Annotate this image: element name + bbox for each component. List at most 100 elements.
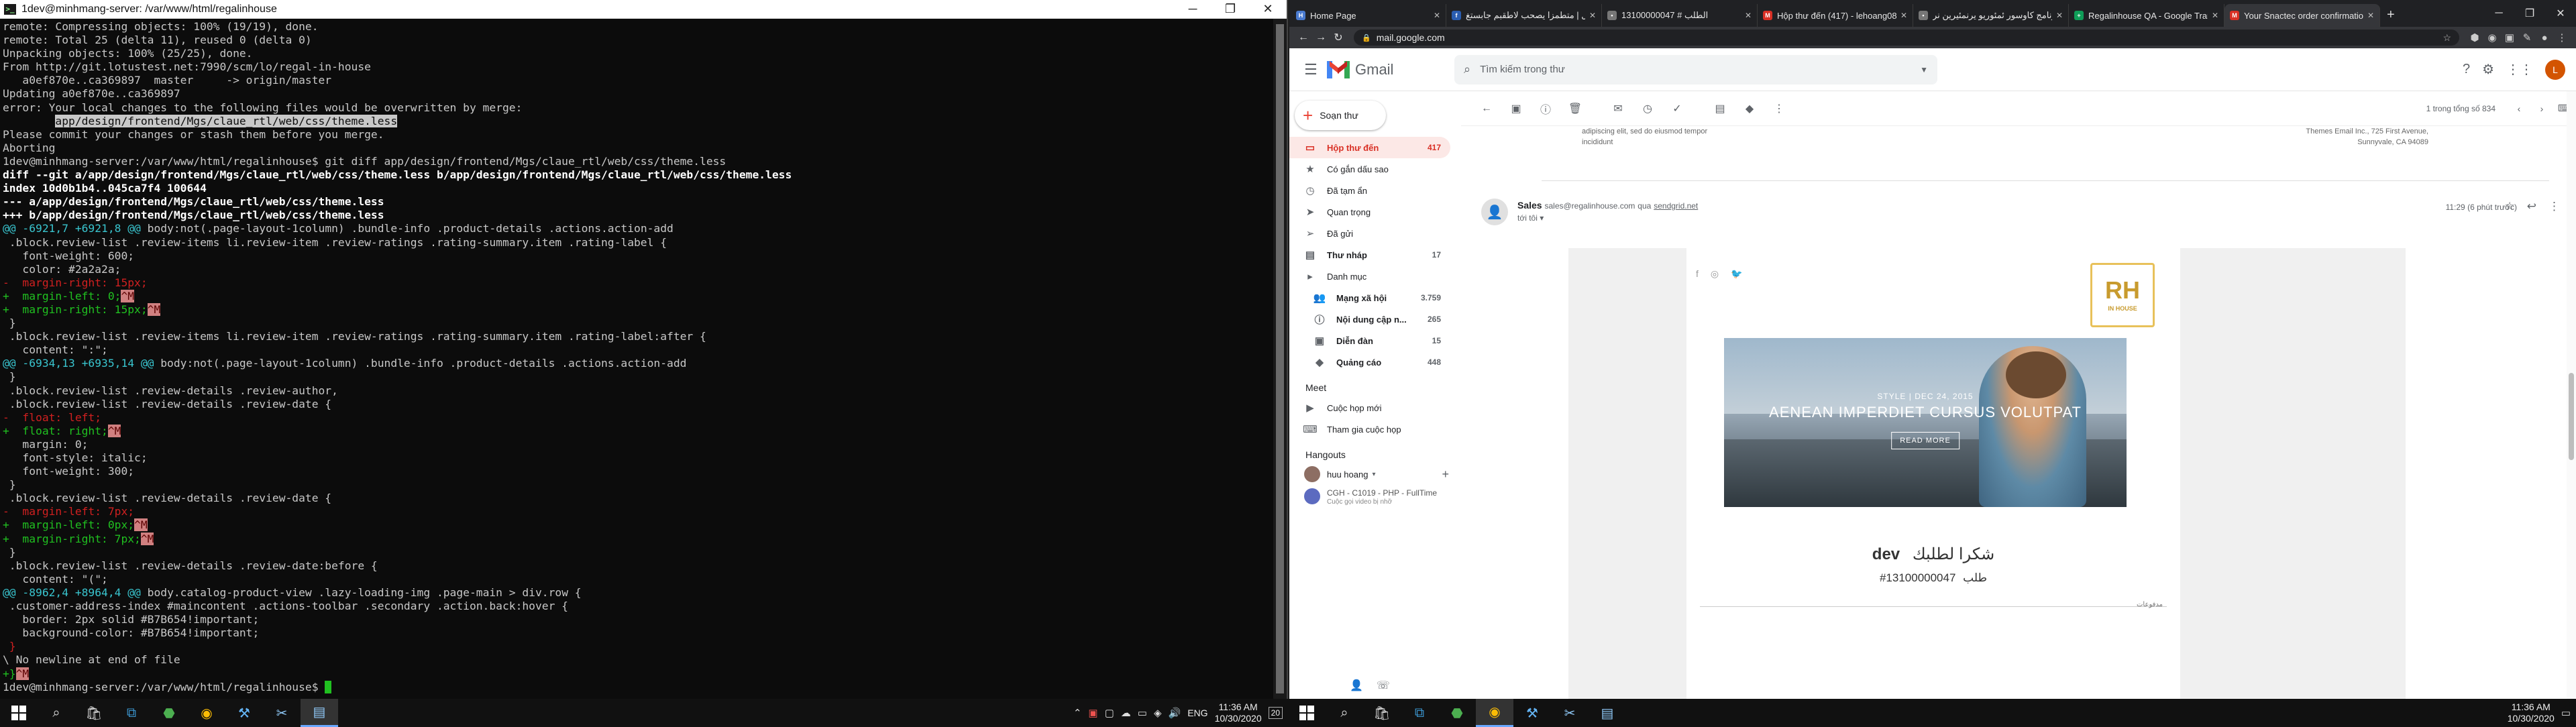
hero-banner[interactable]: STYLE | DEC 24, 2015 AENEAN IMPERDIET CU… xyxy=(1724,338,2127,507)
tool-icon[interactable]: ⚒ xyxy=(225,699,263,727)
close-tab-icon[interactable]: ✕ xyxy=(1745,11,1752,20)
battery-icon[interactable]: ▭ xyxy=(1138,707,1147,719)
person-icon[interactable]: 👤 xyxy=(1350,679,1363,692)
address-bar[interactable]: 🔒 mail.google.com ☆ xyxy=(1354,30,2459,46)
clock[interactable]: 11:36 AM 10/30/2020 xyxy=(2508,702,2555,724)
newer-icon[interactable]: ‹ xyxy=(2508,103,2530,114)
extension-icon[interactable]: ▣ xyxy=(2501,32,2518,44)
maximize-icon[interactable]: ❐ xyxy=(2514,7,2545,20)
minimize-icon[interactable]: ─ xyxy=(1174,0,1212,18)
browser-tab[interactable]: M Hộp thư đến (417) - lehoang081 ✕ xyxy=(1758,4,1913,27)
via-domain[interactable]: sendgrid.net xyxy=(1654,201,1698,211)
bookmark-star-icon[interactable]: ☆ xyxy=(2443,32,2451,44)
more-actions-icon[interactable]: ⋮ xyxy=(1764,102,1794,115)
delete-icon[interactable]: 🗑 xyxy=(1560,102,1590,115)
network-icon[interactable]: ◈ xyxy=(1154,707,1162,719)
tray-icon[interactable]: ▣ xyxy=(1088,707,1097,719)
back-icon[interactable]: ← xyxy=(1295,32,1312,44)
help-icon[interactable]: ? xyxy=(2463,62,2470,77)
search-input[interactable]: Tìm kiếm trong thư xyxy=(1480,64,1920,75)
close-tab-icon[interactable]: ✕ xyxy=(1434,11,1440,20)
scrollbar-thumb[interactable] xyxy=(2569,373,2574,460)
archive-icon[interactable]: ▣ xyxy=(1501,102,1531,115)
facebook-icon[interactable]: f xyxy=(1696,268,1699,280)
instagram-icon[interactable]: ◎ xyxy=(1711,268,1719,280)
menu-icon[interactable]: ⋮ xyxy=(2553,32,2571,44)
close-tab-icon[interactable]: ✕ xyxy=(1900,11,1907,20)
apps-grid-icon[interactable]: ⋮⋮ xyxy=(2506,61,2533,78)
twitter-icon[interactable]: 🐦 xyxy=(1731,268,1742,280)
tray-icon[interactable]: ▢ xyxy=(1105,707,1114,719)
reply-icon[interactable]: ↩ xyxy=(2527,200,2536,213)
start-button[interactable] xyxy=(0,699,38,727)
sidebar-item[interactable]: ◷ Đã tạm ẩn xyxy=(1289,180,1450,201)
search-bar[interactable]: ⌕ Tìm kiếm trong thư ▼ xyxy=(1454,54,1937,85)
store-logo[interactable]: RH IN HOUSE xyxy=(2090,263,2155,327)
report-spam-icon[interactable]: ⓘ xyxy=(1531,101,1560,117)
browser-tab[interactable]: M Your Snactec order confirmation ✕ xyxy=(2224,4,2380,27)
terminal-output[interactable]: remote: Compressing objects: 100% (19/19… xyxy=(3,20,1272,699)
store-icon[interactable]: 🛍 xyxy=(75,699,113,727)
lock-icon[interactable]: 🔒 xyxy=(1362,34,1371,42)
maximize-icon[interactable]: ❐ xyxy=(1212,0,1249,18)
move-to-icon[interactable]: ▤ xyxy=(1705,102,1735,115)
browser-tab[interactable]: • الطلب # 13100000047 ✕ xyxy=(1602,4,1758,27)
chevron-down-icon[interactable]: ▾ xyxy=(1540,213,1544,223)
recipient-line[interactable]: tới tôi ▾ xyxy=(1517,213,1544,223)
search-icon[interactable]: ⌕ xyxy=(38,699,75,727)
scrollbar-thumb[interactable] xyxy=(1276,24,1284,693)
app-icon[interactable]: ⬣ xyxy=(1438,699,1476,727)
sidebar-item[interactable]: ➢ Đã gửi xyxy=(1289,223,1450,244)
extension-icon[interactable]: ⬢ xyxy=(2466,32,2483,44)
chrome-icon[interactable]: ◉ xyxy=(1476,699,1513,727)
search-icon[interactable]: ⌕ xyxy=(1464,62,1470,76)
more-icon[interactable]: ⋮ xyxy=(2548,200,2560,213)
meet-join-meeting[interactable]: ⌨ Tham gia cuộc họp xyxy=(1289,418,1450,440)
meet-new-meeting[interactable]: ▶ Cuộc họp mới xyxy=(1289,397,1450,418)
input-language[interactable]: ENG xyxy=(1187,708,1208,718)
snooze-icon[interactable]: ◷ xyxy=(1633,102,1662,115)
sidebar-item[interactable]: ▸ Danh mục xyxy=(1289,266,1450,287)
chevron-down-icon[interactable]: ▾ xyxy=(1372,471,1375,478)
hangouts-user[interactable]: huu hoang ▾ + xyxy=(1289,464,1461,484)
sender-line[interactable]: Sales sales@regalinhouse.com qua sendgri… xyxy=(1517,200,1698,211)
browser-tab[interactable]: • برنامج كاوسور ئمئوريو يرنمئيرين نر ✕ xyxy=(1913,4,2069,27)
terminal-scrollbar[interactable] xyxy=(1273,19,1287,699)
close-tab-icon[interactable]: ✕ xyxy=(2056,11,2063,20)
terminal-taskbar-icon[interactable]: ▤ xyxy=(1589,699,1626,727)
back-to-inbox-icon[interactable]: ← xyxy=(1472,103,1501,115)
clock[interactable]: 11:36 AM 10/30/2020 xyxy=(1215,702,1262,724)
hangouts-conversation[interactable]: CGH - C1019 - PHP - FullTime Cuộc gọi vi… xyxy=(1289,484,1461,511)
start-button[interactable] xyxy=(1288,699,1326,727)
sidebar-item[interactable]: 👥 Mạng xã hội 3.759 xyxy=(1289,287,1450,309)
store-icon[interactable]: 🛍 xyxy=(1363,699,1401,727)
snip-icon[interactable]: ✂ xyxy=(1551,699,1589,727)
new-tab-button[interactable]: + xyxy=(2387,7,2395,23)
terminal-taskbar-icon[interactable]: ▤ xyxy=(301,699,338,727)
sidebar-item[interactable]: ▣ Diễn đàn 15 xyxy=(1289,330,1450,351)
older-icon[interactable]: › xyxy=(2530,103,2553,114)
read-more-button[interactable]: READ MORE xyxy=(1891,432,1960,449)
star-icon[interactable]: ☆ xyxy=(2505,200,2515,213)
label-icon[interactable]: ◆ xyxy=(1735,102,1764,115)
search-icon[interactable]: ⌕ xyxy=(1326,699,1363,727)
reload-icon[interactable]: ↻ xyxy=(1330,31,1347,44)
vscode-icon[interactable]: ⧉ xyxy=(1401,699,1438,727)
sender-avatar[interactable]: 👤 xyxy=(1481,199,1508,225)
notification-badge[interactable]: 20 xyxy=(1268,707,1283,719)
page-scrollbar[interactable] xyxy=(2567,91,2576,699)
sidebar-item[interactable]: ◆ Quảng cáo 448 xyxy=(1289,351,1450,373)
sidebar-item[interactable]: ★ Có gắn dấu sao xyxy=(1289,158,1450,180)
notification-icon[interactable]: ▭ xyxy=(2561,707,2571,719)
volume-icon[interactable]: 🔊 xyxy=(1169,707,1181,719)
main-menu-icon[interactable]: ☰ xyxy=(1295,61,1327,78)
chrome-icon[interactable]: ◉ xyxy=(188,699,225,727)
chevron-up-icon[interactable]: ⌃ xyxy=(1073,707,1082,719)
sidebar-item[interactable]: ▭ Hộp thư đến 417 xyxy=(1289,137,1450,158)
forward-icon[interactable]: → xyxy=(1312,32,1330,44)
mark-unread-icon[interactable]: ✉ xyxy=(1603,102,1633,115)
minimize-icon[interactable]: ─ xyxy=(2483,7,2514,19)
sidebar-item[interactable]: ➤ Quan trọng xyxy=(1289,201,1450,223)
close-icon[interactable]: ✕ xyxy=(1249,0,1287,18)
terminal-titlebar[interactable]: >_ 1dev@minhmang-server: /var/www/html/r… xyxy=(0,0,1287,19)
